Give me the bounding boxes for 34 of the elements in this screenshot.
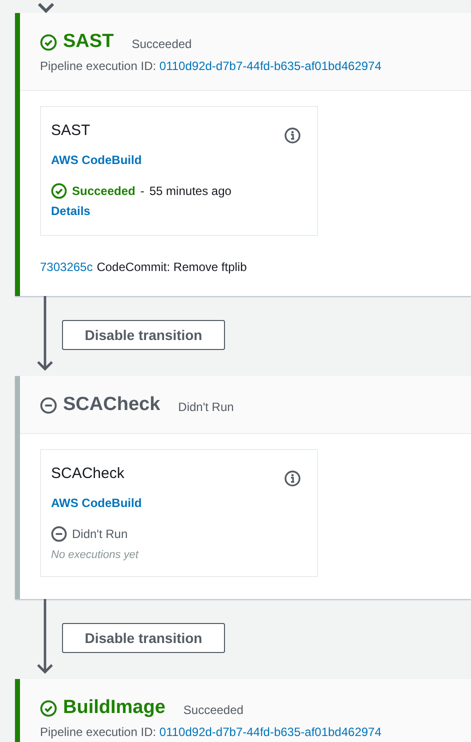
disable-transition-button[interactable]: Disable transition	[62, 623, 225, 653]
separator-dash: -	[140, 184, 144, 198]
down-arrow-icon	[37, 296, 53, 372]
success-icon	[40, 700, 57, 716]
execution-id-label: Pipeline execution ID:	[40, 725, 156, 739]
stage-title: SAST	[63, 31, 114, 53]
action-time: 55 minutes ago	[149, 184, 232, 198]
arrow-head-icon	[38, 3, 54, 13]
action-status: Succeeded	[72, 184, 136, 198]
commit-id-link[interactable]: 7303265c	[40, 260, 93, 274]
success-icon	[51, 183, 67, 199]
action-name: SCACheck	[51, 465, 124, 482]
stage-status: Succeeded	[132, 36, 192, 50]
down-arrow-icon	[37, 599, 53, 675]
stage-title: BuildImage	[63, 697, 166, 719]
action-name: SAST	[51, 122, 90, 139]
execution-id-label: Pipeline execution ID:	[40, 59, 156, 73]
details-link[interactable]: Details	[51, 204, 90, 218]
action-status: Didn't Run	[72, 527, 128, 541]
disable-transition-button[interactable]: Disable transition	[62, 320, 225, 350]
execution-id-link[interactable]: 0110d92d-d7b7-44fd-b635-af01bd462974	[159, 59, 382, 73]
minus-circle-icon	[51, 526, 67, 542]
commit-message: CodeCommit: Remove ftplib	[96, 260, 247, 274]
minus-circle-icon	[40, 396, 57, 414]
info-icon[interactable]	[284, 470, 301, 487]
no-executions-note: No executions yet	[51, 549, 140, 561]
execution-id-link[interactable]: 0110d92d-d7b7-44fd-b635-af01bd462974	[159, 725, 382, 739]
info-icon[interactable]	[284, 127, 301, 144]
stage-status: Succeeded	[183, 702, 244, 716]
stage-title: SCACheck	[63, 394, 160, 416]
stage-status: Didn't Run	[178, 400, 234, 414]
success-icon	[40, 34, 57, 50]
provider-link[interactable]: AWS CodeBuild	[51, 153, 301, 167]
provider-link[interactable]: AWS CodeBuild	[51, 496, 301, 510]
